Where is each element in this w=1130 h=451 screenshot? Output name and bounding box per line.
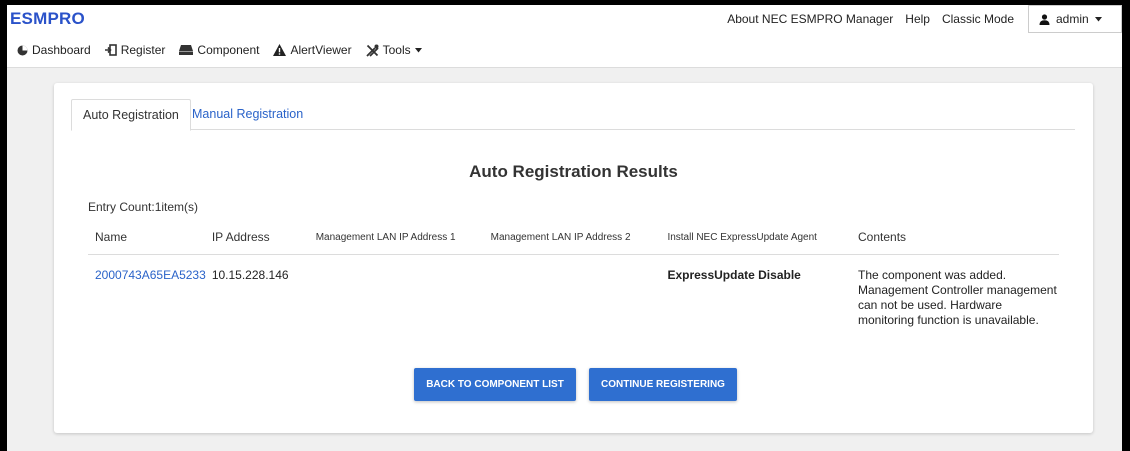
menu-alertviewer-label: AlertViewer bbox=[290, 43, 352, 57]
column-header-agent: Install NEC ExpressUpdate Agent bbox=[666, 220, 857, 255]
menu-alertviewer[interactable]: AlertViewer bbox=[273, 43, 352, 57]
column-header-contents: Contents bbox=[857, 220, 1059, 255]
back-to-component-list-button[interactable]: BACK TO COMPONENT LIST bbox=[414, 368, 576, 401]
contents-line: The component was added. bbox=[858, 268, 1007, 282]
chevron-down-icon bbox=[1094, 16, 1102, 21]
chevron-down-icon bbox=[414, 47, 422, 52]
help-link[interactable]: Help bbox=[905, 12, 930, 26]
page-title: Auto Registration Results bbox=[469, 162, 678, 181]
top-nav: About NEC ESMPRO Manager Help Classic Mo… bbox=[727, 5, 1122, 33]
results-card: Auto Registration Manual Registration Au… bbox=[54, 83, 1093, 433]
dashboard-icon bbox=[17, 45, 28, 55]
entry-count: Entry Count:1item(s) bbox=[88, 200, 199, 214]
user-icon bbox=[1039, 13, 1050, 25]
contents-cell: The component was added. Management Cont… bbox=[857, 255, 1059, 350]
register-icon bbox=[104, 44, 117, 56]
about-link[interactable]: About NEC ESMPRO Manager bbox=[727, 12, 893, 26]
column-header-ip: IP Address bbox=[210, 220, 315, 255]
user-menu-button[interactable]: admin bbox=[1028, 5, 1122, 33]
lan2-cell bbox=[490, 255, 667, 350]
content-area: Auto Registration Manual Registration Au… bbox=[7, 67, 1122, 451]
tools-icon bbox=[365, 44, 379, 57]
column-header-lan2: Management LAN IP Address 2 bbox=[489, 220, 667, 255]
registration-tabs: Auto Registration Manual Registration bbox=[71, 99, 1075, 131]
menu-component[interactable]: Component bbox=[179, 43, 259, 57]
contents-line: Management Controller management can not… bbox=[858, 283, 1057, 327]
menu-component-label: Component bbox=[197, 43, 260, 57]
results-table: Name IP Address Management LAN IP Addres… bbox=[88, 220, 1059, 349]
tab-manual-registration[interactable]: Manual Registration bbox=[181, 99, 314, 129]
ip-address-cell: 10.15.228.146 bbox=[211, 268, 289, 282]
agent-cell: ExpressUpdate Disable bbox=[667, 268, 801, 282]
brand-logo[interactable]: ESMPRO bbox=[10, 9, 85, 29]
table-row: 2000743A65EA5233 10.15.228.146 ExpressUp… bbox=[88, 255, 1059, 350]
menu-register-label: Register bbox=[120, 43, 166, 57]
component-icon bbox=[179, 45, 194, 55]
component-name-link[interactable]: 2000743A65EA5233 bbox=[95, 268, 206, 282]
menu-tools[interactable]: Tools bbox=[365, 43, 426, 57]
continue-registering-button[interactable]: CONTINUE REGISTERING bbox=[589, 368, 737, 401]
menu-register[interactable]: Register bbox=[104, 43, 166, 57]
tab-auto-registration[interactable]: Auto Registration bbox=[71, 99, 191, 131]
column-header-name: Name bbox=[88, 220, 211, 255]
app-window: ESMPRO About NEC ESMPRO Manager Help Cla… bbox=[7, 5, 1122, 451]
column-header-lan1: Management LAN IP Address 1 bbox=[314, 220, 490, 255]
lan1-cell bbox=[315, 255, 490, 350]
main-menu: Dashboard Register Component AlertViewer… bbox=[7, 39, 430, 61]
menu-dashboard-label: Dashboard bbox=[32, 43, 91, 57]
table-header-row: Name IP Address Management LAN IP Addres… bbox=[88, 220, 1059, 255]
menu-dashboard[interactable]: Dashboard bbox=[17, 43, 91, 57]
top-bar: ESMPRO About NEC ESMPRO Manager Help Cla… bbox=[7, 5, 1122, 33]
classic-mode-link[interactable]: Classic Mode bbox=[942, 12, 1014, 26]
menu-tools-label: Tools bbox=[382, 43, 411, 57]
user-name: admin bbox=[1056, 12, 1089, 26]
alert-icon bbox=[273, 44, 287, 56]
